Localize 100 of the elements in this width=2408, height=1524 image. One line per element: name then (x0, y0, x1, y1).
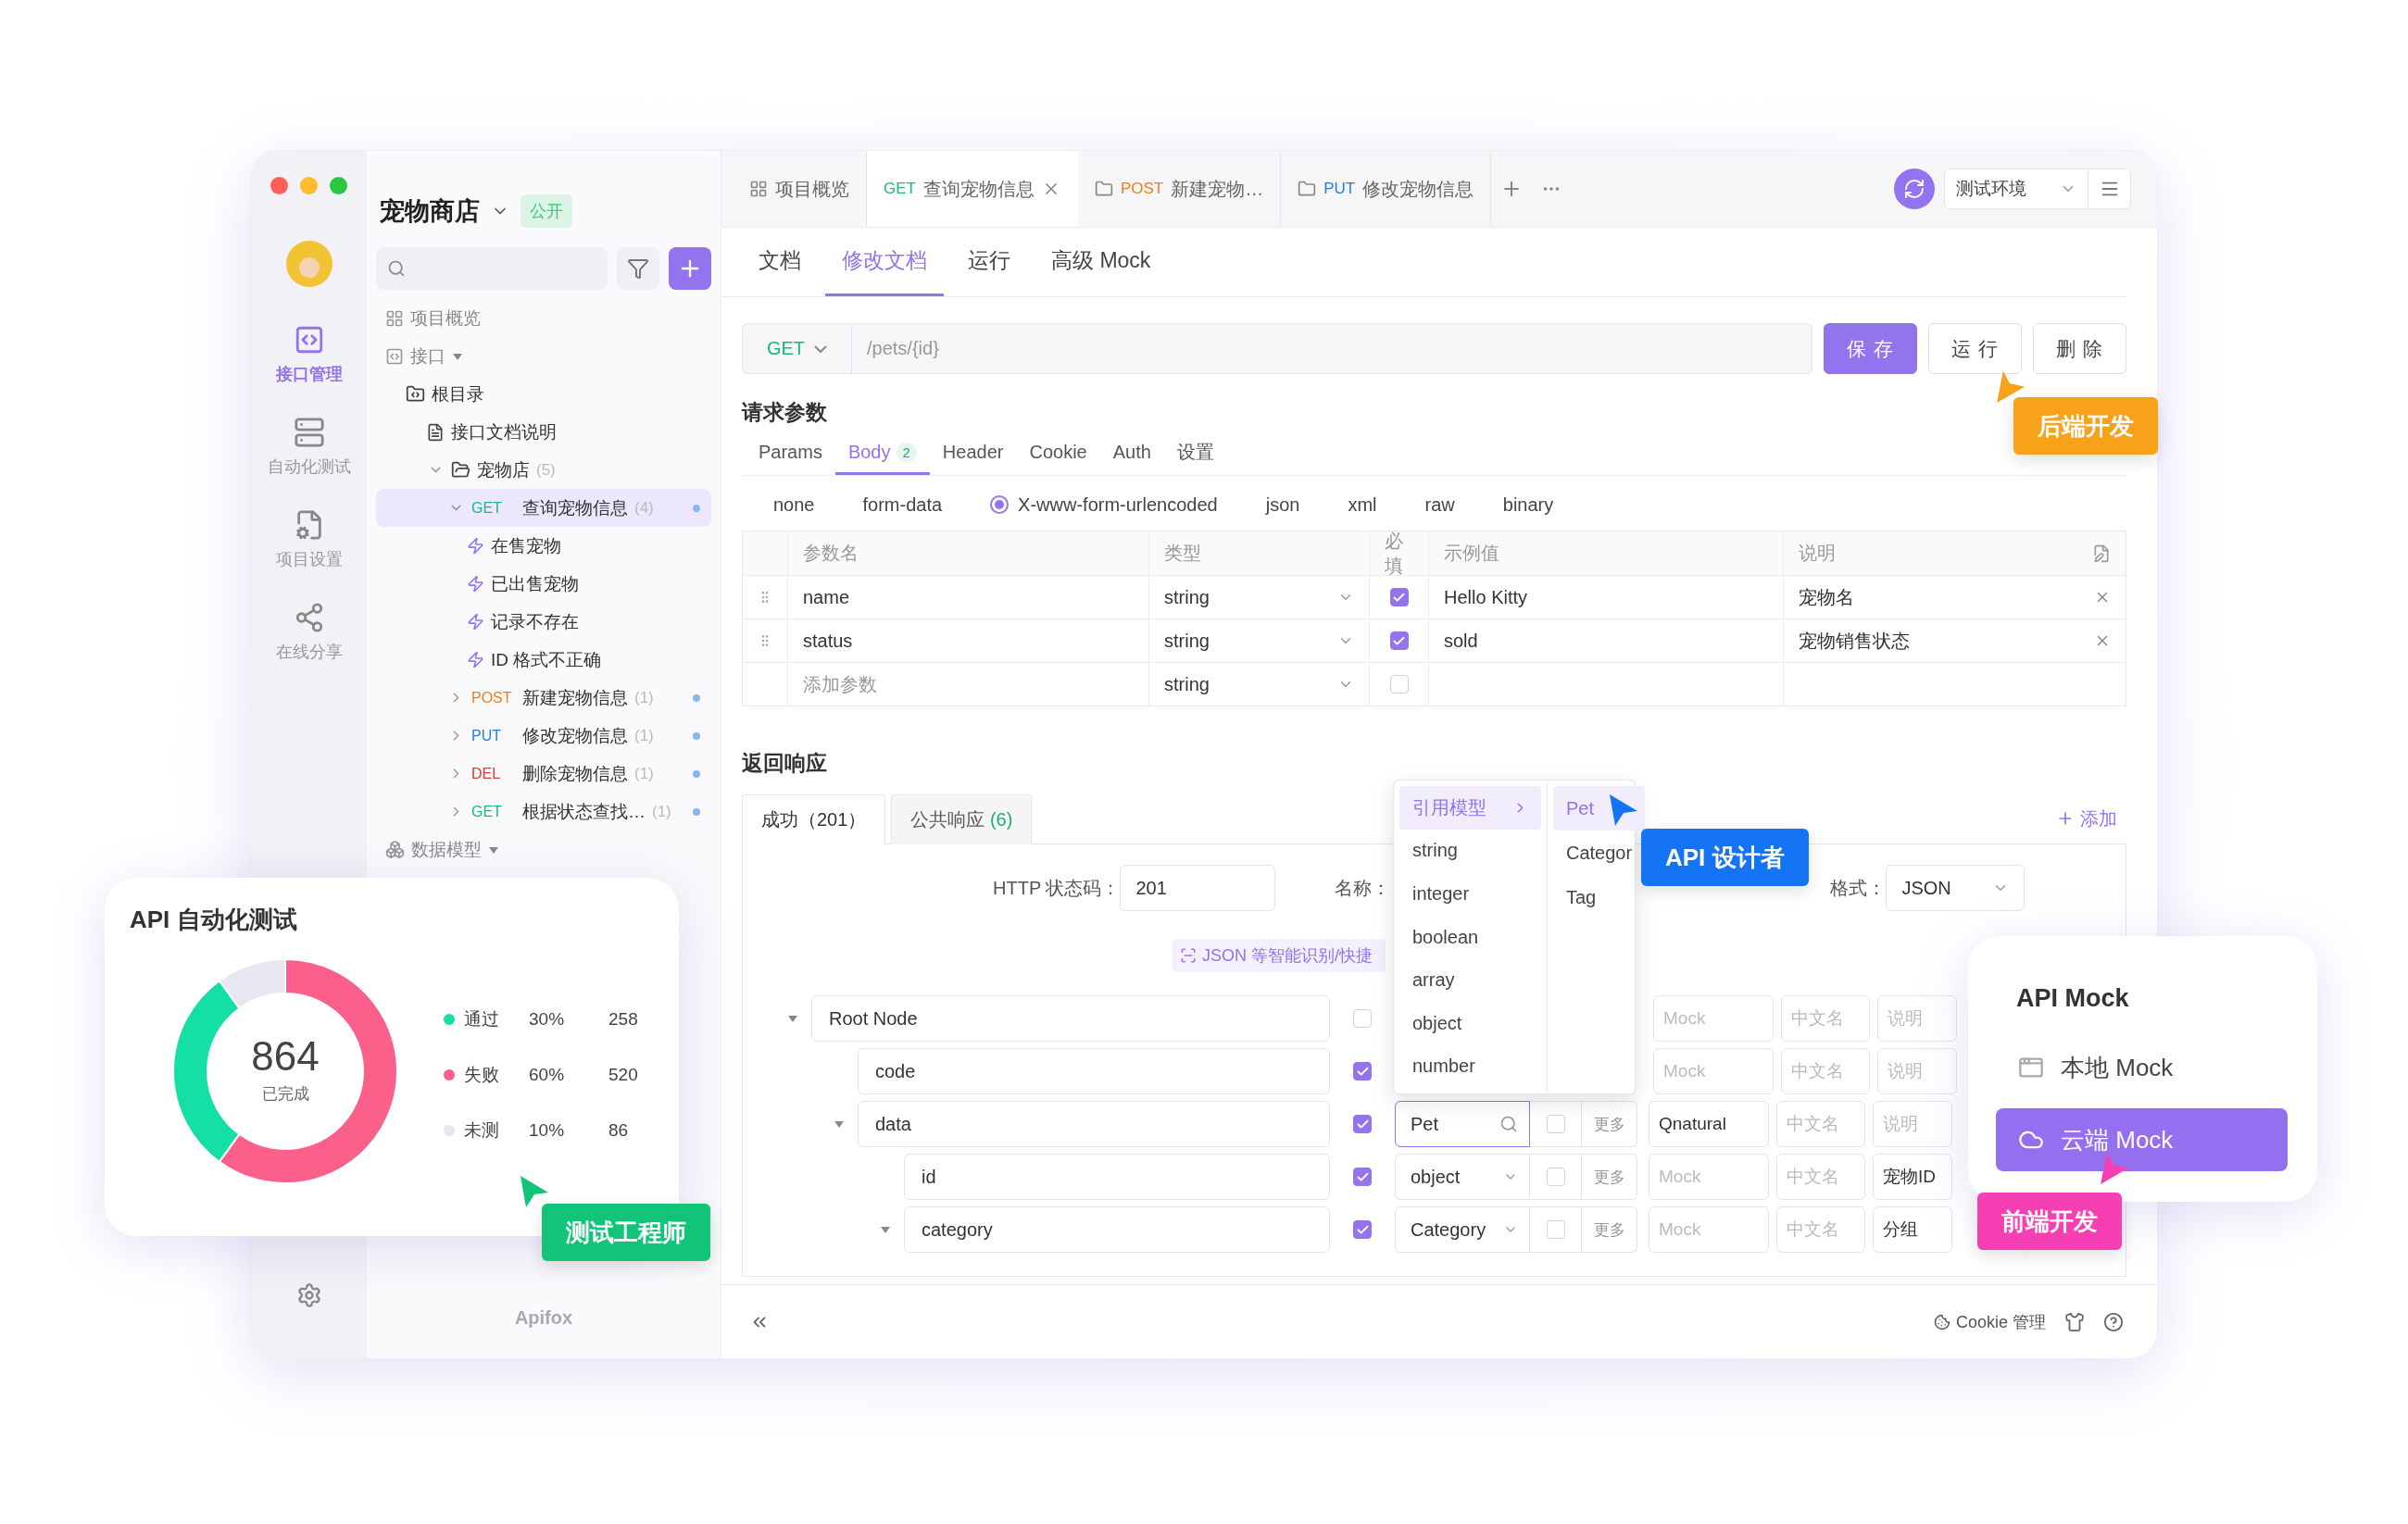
status-code-field[interactable]: 201 (1120, 865, 1276, 911)
tree-item[interactable]: 根目录 (376, 375, 711, 413)
menu-item[interactable]: object (1399, 1001, 1541, 1045)
tab[interactable]: Header (929, 431, 1017, 475)
filter-button[interactable] (617, 247, 659, 290)
tree-item[interactable]: 在售宠物 (376, 527, 711, 565)
field-label: 名称： (1335, 876, 1391, 900)
type-select[interactable]: Category (1395, 1206, 1530, 1253)
tab[interactable]: 设置 (1163, 431, 1227, 475)
checkbox[interactable] (1389, 631, 1409, 650)
tab[interactable]: 运行 (951, 228, 1027, 296)
checkbox[interactable] (1353, 1115, 1372, 1133)
format-select[interactable]: JSON (1886, 865, 2025, 911)
tab[interactable]: 高级 Mock (1035, 228, 1168, 296)
role-badge: 前端开发 (1977, 1193, 2122, 1250)
menu-item[interactable]: boolean (1399, 915, 1541, 959)
tree-item[interactable]: POST 新建宠物信息 (1) (376, 679, 711, 717)
field-name-input[interactable]: data (858, 1101, 1330, 1147)
mock-option[interactable]: 云端 Mock (1996, 1108, 2288, 1171)
tab[interactable]: 成功（201） (742, 794, 886, 844)
shirt-icon[interactable] (2064, 1311, 2085, 1332)
menu-button[interactable] (2088, 169, 2131, 209)
checkbox[interactable] (1389, 588, 1409, 606)
input-field[interactable]: 分组 (1873, 1206, 1952, 1253)
type-select[interactable]: string (1148, 618, 1369, 662)
field-name-input[interactable]: code (858, 1048, 1330, 1094)
tab[interactable]: 文档 (742, 228, 818, 296)
environment-select[interactable]: 测试环境 (1944, 169, 2088, 209)
tab[interactable]: Auth (1099, 431, 1164, 475)
caret-icon[interactable] (834, 1118, 845, 1130)
tree-item[interactable]: 宠物店 (5) (376, 451, 711, 489)
action-button[interactable]: 保 存 (1824, 323, 1918, 374)
tab[interactable]: 修改文档 (825, 228, 944, 296)
tree-item[interactable]: 数据模型 (376, 831, 711, 868)
tree-item[interactable]: DEL 删除宠物信息 (1) (376, 755, 711, 793)
tree-item[interactable]: 接口 (376, 337, 711, 375)
checkbox[interactable] (1353, 1009, 1372, 1028)
checkbox[interactable] (1353, 1062, 1372, 1081)
body-type-option[interactable]: raw (1424, 493, 1455, 516)
add-link[interactable]: 添加 (2056, 806, 2126, 831)
body-type-option[interactable]: xml (1348, 493, 1377, 516)
filter-icon (627, 257, 649, 280)
body-type-option[interactable]: none (773, 493, 815, 516)
status-dot (693, 731, 700, 740)
total-value: 864 (251, 1033, 320, 1080)
menu-item[interactable]: number (1399, 1044, 1541, 1089)
settings-icon[interactable] (295, 1282, 322, 1308)
tab[interactable]: Body 2 (834, 431, 930, 475)
tree-item[interactable]: 接口文档说明 (376, 413, 711, 451)
grid-icon (749, 180, 768, 198)
tree-item[interactable]: PUT 修改宠物信息 (1) (376, 717, 711, 755)
search-field[interactable] (376, 247, 608, 290)
action-button[interactable]: 运 行 (1928, 323, 2023, 374)
type-select[interactable]: string (1148, 575, 1369, 618)
caret-icon[interactable] (787, 1013, 798, 1024)
close-button[interactable] (270, 177, 288, 194)
input-field[interactable]: 宠物ID (1873, 1154, 1952, 1200)
maximize-button[interactable] (330, 177, 347, 194)
menu-item[interactable]: string (1399, 829, 1541, 873)
legend-percent: 60% (529, 1065, 566, 1085)
tab[interactable]: 公共响应 (6) (891, 794, 1033, 844)
tab[interactable]: Cookie (1016, 431, 1100, 475)
checkbox[interactable] (1546, 1115, 1565, 1133)
type-search-field[interactable]: Pet (1395, 1101, 1530, 1147)
checkbox[interactable] (1353, 1168, 1372, 1186)
tab[interactable]: Params (746, 431, 835, 475)
tree-item[interactable]: 已出售宠物 (376, 565, 711, 603)
edit-icon[interactable] (2092, 543, 2111, 563)
checkbox[interactable] (1546, 1220, 1565, 1239)
tree-item[interactable]: ID 格式不正确 (376, 641, 711, 679)
project-name[interactable]: 宠物商店 (380, 194, 480, 228)
checkbox[interactable] (1389, 675, 1409, 693)
mock-field[interactable]: Qnatural (1649, 1101, 1769, 1147)
body-type-option[interactable]: json (1265, 493, 1300, 516)
body-type-option[interactable]: X-www-form-urlencoded (990, 493, 1218, 516)
field-label: HTTP 状态码： (993, 876, 1121, 900)
field-name-input[interactable]: Root Node (811, 995, 1330, 1042)
tab[interactable]: POST 新建宠物… (1077, 151, 1282, 227)
menu-item[interactable]: integer (1399, 872, 1541, 916)
tab[interactable]: PUT 修改宠物信息 (1281, 151, 1492, 227)
caret-icon[interactable] (880, 1224, 891, 1235)
add-button[interactable] (669, 247, 711, 290)
tree-item[interactable]: GET 根据状态查找… (1) (376, 793, 711, 831)
checkbox[interactable] (1353, 1220, 1372, 1239)
cookie-button[interactable]: Cookie 管理 (1933, 1310, 2046, 1333)
help-icon[interactable] (2103, 1311, 2124, 1332)
menu-item[interactable]: array (1399, 958, 1541, 1002)
checkbox[interactable] (1546, 1168, 1565, 1186)
type-select[interactable]: string (1148, 662, 1369, 706)
sync-button[interactable] (1894, 169, 1935, 209)
mock-option[interactable]: 本地 Mock (1996, 1036, 2288, 1099)
type-select[interactable]: object (1395, 1154, 1530, 1200)
action-button[interactable]: 删 除 (2033, 323, 2126, 374)
tree-item[interactable]: GET 查询宠物信息 (4) (376, 489, 711, 527)
body-type-option[interactable]: binary (1502, 493, 1554, 516)
body-type-option[interactable]: form-data (862, 493, 943, 516)
field-name-input[interactable]: id (904, 1154, 1330, 1200)
field-name-input[interactable]: category (904, 1206, 1330, 1253)
tree-item[interactable]: 记录不存在 (376, 603, 711, 641)
tab[interactable]: GET 查询宠物信息 (867, 151, 1078, 227)
